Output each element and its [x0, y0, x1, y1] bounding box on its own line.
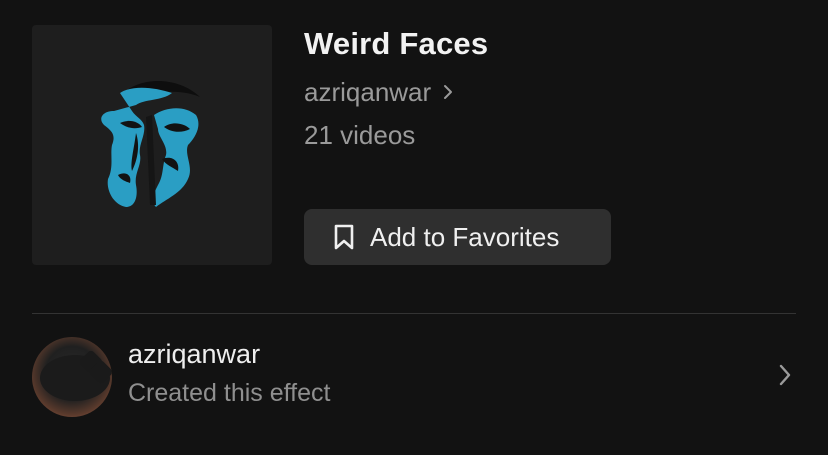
chevron-right-icon [778, 363, 792, 392]
creator-text: azriqanwar Created this effect [128, 336, 330, 410]
add-to-favorites-label: Add to Favorites [370, 221, 560, 252]
add-to-favorites-button[interactable]: Add to Favorites [304, 209, 611, 265]
creator-name: azriqanwar [128, 339, 261, 369]
chevron-right-icon [443, 84, 453, 100]
effect-info: Weird Faces azriqanwar 21 videos [304, 24, 488, 153]
effect-title: Weird Faces [304, 26, 489, 61]
abstract-face-artwork-icon [101, 81, 200, 207]
creator-link[interactable]: azriqanwar [304, 72, 488, 112]
creator-subtitle: Created this effect [128, 379, 331, 407]
avatar[interactable] [32, 337, 112, 417]
creator-row[interactable]: azriqanwar Created this effect [32, 336, 796, 418]
video-count: 21 videos [304, 120, 416, 150]
divider [32, 313, 796, 314]
effect-thumbnail[interactable] [32, 25, 272, 265]
bookmark-icon [332, 223, 356, 251]
creator-link-name: azriqanwar [304, 76, 432, 107]
effect-detail-screen: Weird Faces azriqanwar 21 videos Add to … [0, 0, 828, 455]
